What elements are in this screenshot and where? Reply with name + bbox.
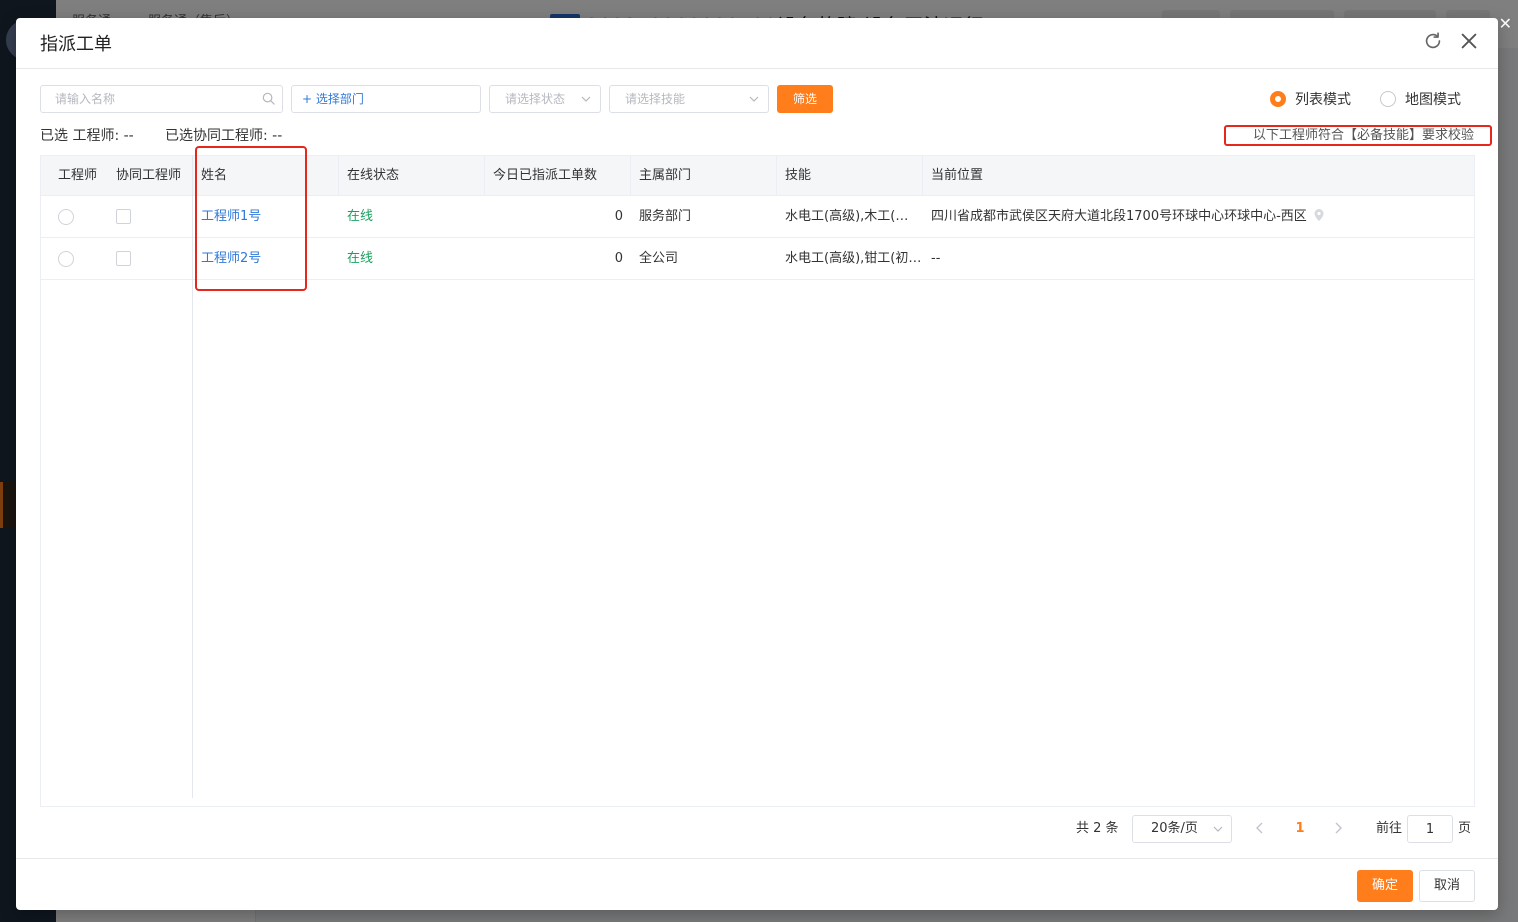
department: 全公司 xyxy=(639,251,679,266)
radio-selected[interactable] xyxy=(1270,91,1286,107)
table-row[interactable]: 工程师1号 在线 0 服务部门 水电工(高级),木工(高级) 四川省成都市武侯区… xyxy=(41,196,1474,238)
close-icon[interactable] xyxy=(1458,30,1480,52)
skill-select[interactable]: 请选择技能 xyxy=(609,85,769,113)
selected-assist-label: 已选协同工程师: xyxy=(165,128,268,144)
selected-assist-value: -- xyxy=(272,128,283,144)
col-today-count: 今日已指派工单数 xyxy=(485,156,631,196)
engineer-table: 工程师 协同工程师 姓名 在线状态 今日已指派工单数 主属部门 技能 当前位置 … xyxy=(40,155,1475,807)
chevron-down-icon xyxy=(581,96,591,102)
prev-page-icon[interactable] xyxy=(1254,821,1266,835)
chevron-down-icon xyxy=(1213,826,1223,832)
next-page-icon[interactable] xyxy=(1332,821,1344,835)
chevron-down-icon xyxy=(749,96,759,102)
today-count: 0 xyxy=(614,209,623,224)
view-mode-list-label: 列表模式 xyxy=(1295,92,1351,108)
dialog-footer: 确定 取消 xyxy=(16,858,1498,910)
online-status: 在线 xyxy=(347,251,374,266)
page-unit-label: 页 xyxy=(1458,821,1472,836)
bg-close-icon[interactable]: ✕ xyxy=(1499,14,1512,33)
col-department: 主属部门 xyxy=(631,156,777,196)
view-mode-map[interactable]: 地图模式 xyxy=(1380,89,1461,109)
view-mode-list[interactable]: 列表模式 xyxy=(1270,89,1351,109)
department: 服务部门 xyxy=(639,209,692,224)
skill-check-notice: 以下工程师符合【必备技能】要求校验 xyxy=(1224,125,1492,146)
location: -- xyxy=(931,251,941,266)
goto-label: 前往 xyxy=(1376,821,1403,836)
current-page[interactable]: 1 xyxy=(1290,815,1310,843)
col-online-status: 在线状态 xyxy=(339,156,485,196)
confirm-button[interactable]: 确定 xyxy=(1357,870,1413,902)
selected-assist-engineer: 已选协同工程师: -- xyxy=(165,125,282,145)
assign-work-order-dialog: 指派工单 + 选择部门 请选择状态 请选择技能 筛选 列表模式 地图模式 已 xyxy=(16,18,1498,910)
name-search xyxy=(40,85,283,113)
skills: 水电工(高级),钳工(初级) xyxy=(785,251,923,266)
engineer-name-link[interactable]: 工程师2号 xyxy=(193,238,339,280)
assist-checkbox[interactable] xyxy=(116,209,131,224)
col-location: 当前位置 xyxy=(931,168,984,183)
today-count: 0 xyxy=(614,251,623,266)
table-row[interactable]: 工程师2号 在线 0 全公司 水电工(高级),钳工(初级) -- xyxy=(41,238,1474,280)
dialog-header: 指派工单 xyxy=(16,18,1498,69)
selected-engineer-label: 已选 工程师: xyxy=(40,128,120,144)
table-header: 工程师 协同工程师 姓名 在线状态 今日已指派工单数 主属部门 技能 当前位置 xyxy=(41,156,1474,196)
location: 四川省成都市武侯区天府大道北段1700号环球中心环球中心-西区 xyxy=(923,196,1474,238)
pagination-total: 共 2 条 xyxy=(1076,821,1119,836)
engineer-name-link[interactable]: 工程师1号 xyxy=(193,196,339,238)
goto-page-input[interactable] xyxy=(1407,815,1453,843)
page-size-value: 20条/页 xyxy=(1151,821,1198,836)
col-skills: 技能 xyxy=(777,156,923,196)
fixed-column-divider xyxy=(192,156,193,798)
status-select[interactable]: 请选择状态 xyxy=(489,85,601,113)
assist-checkbox[interactable] xyxy=(116,251,131,266)
skills: 水电工(高级),木工(高级) xyxy=(785,209,919,224)
select-department-button[interactable]: + 选择部门 xyxy=(291,85,481,113)
page-size-select[interactable]: 20条/页 xyxy=(1132,815,1232,843)
search-icon xyxy=(262,92,275,105)
selected-engineer: 已选 工程师: -- xyxy=(40,125,134,145)
map-pin-icon[interactable] xyxy=(1313,208,1325,222)
cancel-button[interactable]: 取消 xyxy=(1419,870,1475,902)
online-status: 在线 xyxy=(347,209,374,224)
status-select-placeholder: 请选择状态 xyxy=(505,92,566,106)
col-name: 姓名 xyxy=(193,156,339,196)
col-engineer: 工程师 xyxy=(58,168,98,183)
radio-unselected[interactable] xyxy=(1380,91,1396,107)
dialog-title: 指派工单 xyxy=(40,34,112,55)
engineer-radio[interactable] xyxy=(58,251,74,267)
view-mode-map-label: 地图模式 xyxy=(1405,92,1461,108)
refresh-icon[interactable] xyxy=(1422,30,1444,52)
engineer-radio[interactable] xyxy=(58,209,74,225)
skill-select-placeholder: 请选择技能 xyxy=(625,92,686,106)
selected-engineer-value: -- xyxy=(123,128,134,144)
name-search-input[interactable] xyxy=(40,85,283,113)
location-text: 四川省成都市武侯区天府大道北段1700号环球中心环球中心-西区 xyxy=(931,209,1307,224)
col-assist: 协同工程师 xyxy=(109,156,193,196)
filter-button[interactable]: 筛选 xyxy=(777,85,833,113)
